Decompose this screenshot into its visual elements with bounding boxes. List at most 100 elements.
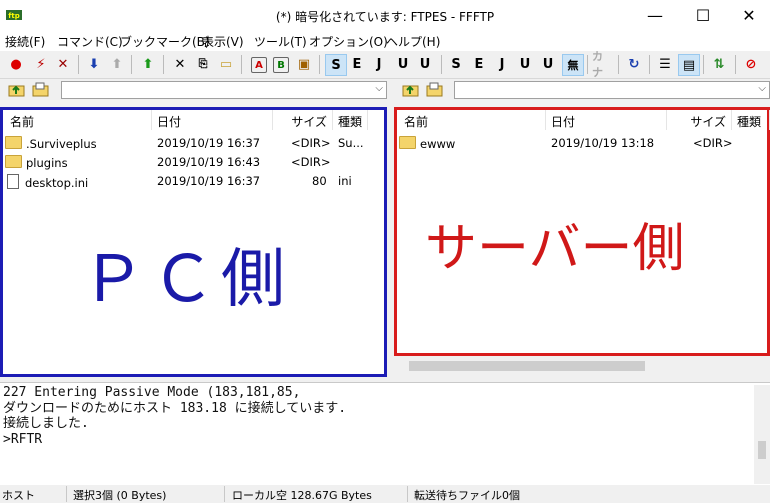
- status-separator: [407, 486, 408, 502]
- refresh-icon[interactable]: ↻: [624, 54, 644, 74]
- status-host: ホスト: [2, 489, 35, 502]
- toolbar-separator: [241, 55, 242, 74]
- remote-up-folder-icon[interactable]: [402, 82, 420, 98]
- file-size: 80: [312, 174, 327, 188]
- status-local-free: ローカル空 128.67G Bytes: [232, 489, 372, 502]
- folder-icon: [5, 155, 22, 168]
- scrollbar-thumb[interactable]: [409, 361, 645, 371]
- utf8-local-button[interactable]: U: [515, 54, 535, 74]
- ascii-mode-button[interactable]: A: [251, 57, 267, 73]
- euc-local-button[interactable]: E: [469, 54, 489, 74]
- menu-connect[interactable]: 接続(F): [5, 33, 45, 50]
- auto-mode-icon[interactable]: ▣: [294, 54, 314, 74]
- pc-side-label: ＰＣ側: [81, 243, 291, 317]
- toolbar-separator: [703, 55, 704, 74]
- upload-icon[interactable]: ⬆: [107, 54, 127, 74]
- column-header-date[interactable]: 日付: [152, 110, 273, 130]
- chevron-down-icon[interactable]: ⌵: [375, 83, 383, 94]
- status-bar: ホスト 選択3個 (0 Bytes) ローカル空 128.67G Bytes 転…: [0, 485, 770, 503]
- quick-connect-icon[interactable]: ⚡: [31, 54, 51, 74]
- file-type: ini: [338, 174, 352, 188]
- menu-options[interactable]: オプション(O): [309, 33, 388, 50]
- menu-command[interactable]: コマンド(C): [57, 33, 123, 50]
- utf8-host-button[interactable]: U: [393, 54, 413, 74]
- menu-bar: 接続(F) コマンド(C) ブックマーク(B) 表示(V) ツール(T) オプシ…: [0, 31, 770, 51]
- status-queue: 転送待ちファイル0個: [414, 489, 520, 502]
- local-path-input[interactable]: ⌵: [61, 81, 387, 99]
- connect-icon[interactable]: ●: [6, 54, 26, 74]
- folder-icon: [5, 136, 22, 149]
- utf8bom-local-button[interactable]: U: [538, 54, 558, 74]
- file-icon: [7, 174, 19, 189]
- utf8bom-host-button[interactable]: U: [415, 54, 435, 74]
- toolbar-separator: [163, 55, 164, 74]
- log-line: 接続しました.: [3, 416, 89, 431]
- list-view-icon[interactable]: ☰: [655, 54, 675, 74]
- file-row[interactable]: .Surviveplus 2019/10/19 16:37 <DIR> Su..…: [3, 134, 384, 153]
- toolbar: ● ⚡ ✕ ⬇ ⬆ ⬆ ✕ ⎘ ▭ A B ▣ S E J U U S E J …: [0, 50, 770, 79]
- jis-host-button[interactable]: J: [369, 54, 389, 74]
- sjis-local-button[interactable]: S: [446, 54, 466, 74]
- menu-bookmark[interactable]: ブックマーク(B): [120, 33, 210, 50]
- toolbar-separator: [587, 55, 588, 74]
- status-selected: 選択3個 (0 Bytes): [73, 489, 167, 502]
- new-folder-icon[interactable]: ▭: [216, 54, 236, 74]
- menu-tools[interactable]: ツール(T): [254, 33, 307, 50]
- column-header-date[interactable]: 日付: [546, 110, 667, 130]
- jis-local-button[interactable]: J: [492, 54, 512, 74]
- no-conversion-button[interactable]: 無: [562, 54, 584, 76]
- mirror-upload-icon[interactable]: ⬆: [138, 54, 158, 74]
- status-separator: [224, 486, 225, 502]
- local-open-folder-icon[interactable]: [32, 82, 50, 98]
- log-window[interactable]: 227 Entering Passive Mode (183,181,85, ダ…: [0, 382, 770, 485]
- download-icon[interactable]: ⬇: [84, 54, 104, 74]
- detail-view-icon[interactable]: ▤: [678, 54, 700, 76]
- file-type: Su...: [338, 136, 364, 150]
- log-vertical-scrollbar[interactable]: [754, 385, 770, 484]
- binary-mode-button[interactable]: B: [273, 57, 289, 73]
- remote-file-list[interactable]: 名前 日付 サイズ 種類 ewww 2019/10/19 13:18 <DIR>…: [394, 107, 770, 356]
- column-header-size[interactable]: サイズ: [273, 110, 333, 130]
- rename-icon[interactable]: ⎘: [193, 54, 213, 74]
- file-row[interactable]: ewww 2019/10/19 13:18 <DIR>: [397, 134, 767, 153]
- server-side-label: サーバー側: [425, 219, 685, 279]
- local-path-bar: ⌵: [0, 80, 390, 102]
- scrollbar-thumb[interactable]: [758, 441, 766, 459]
- file-date: 2019/10/19 16:37: [157, 136, 261, 150]
- column-header-type[interactable]: 種類: [333, 110, 368, 130]
- minimize-button[interactable]: —: [632, 0, 678, 31]
- abort-icon[interactable]: ⊘: [741, 54, 761, 74]
- column-header-size[interactable]: サイズ: [667, 110, 732, 130]
- folder-icon: [399, 136, 416, 149]
- file-row[interactable]: desktop.ini 2019/10/19 16:37 80 ini: [3, 172, 384, 191]
- menu-view[interactable]: 表示(V): [202, 33, 244, 50]
- maximize-button[interactable]: ☐: [680, 0, 726, 31]
- column-header-type[interactable]: 種類: [732, 110, 770, 130]
- remote-path-input[interactable]: ⌵: [454, 81, 770, 99]
- remote-open-folder-icon[interactable]: [426, 82, 444, 98]
- local-file-list[interactable]: 名前 日付 サイズ 種類 .Surviveplus 2019/10/19 16:…: [0, 107, 387, 377]
- remote-path-bar: ⌵: [393, 80, 770, 102]
- local-up-folder-icon[interactable]: [8, 82, 26, 98]
- sjis-host-button[interactable]: S: [325, 54, 347, 76]
- remote-horizontal-scrollbar[interactable]: [395, 357, 770, 374]
- euc-host-button[interactable]: E: [347, 54, 367, 74]
- kana-conversion-button[interactable]: カナ: [592, 50, 612, 79]
- toolbar-separator: [735, 55, 736, 74]
- disconnect-icon[interactable]: ✕: [53, 54, 73, 74]
- column-header-name[interactable]: 名前: [5, 110, 152, 130]
- file-name: desktop.ini: [25, 176, 89, 190]
- sync-browse-icon[interactable]: ⇅: [709, 54, 729, 74]
- file-name: .Surviveplus: [26, 137, 97, 151]
- toolbar-separator: [618, 55, 619, 74]
- file-row[interactable]: plugins 2019/10/19 16:43 <DIR>: [3, 153, 384, 172]
- file-size: <DIR>: [291, 155, 331, 169]
- chevron-down-icon[interactable]: ⌵: [758, 83, 766, 94]
- file-size: <DIR>: [693, 136, 733, 150]
- menu-help[interactable]: ヘルプ(H): [386, 33, 440, 50]
- delete-icon[interactable]: ✕: [170, 54, 190, 74]
- close-button[interactable]: ✕: [726, 0, 770, 31]
- column-header-name[interactable]: 名前: [399, 110, 546, 130]
- title-bar: ftp (*) 暗号化されています: FTPES - FFFTP — ☐ ✕: [0, 0, 770, 31]
- toolbar-separator: [441, 55, 442, 74]
